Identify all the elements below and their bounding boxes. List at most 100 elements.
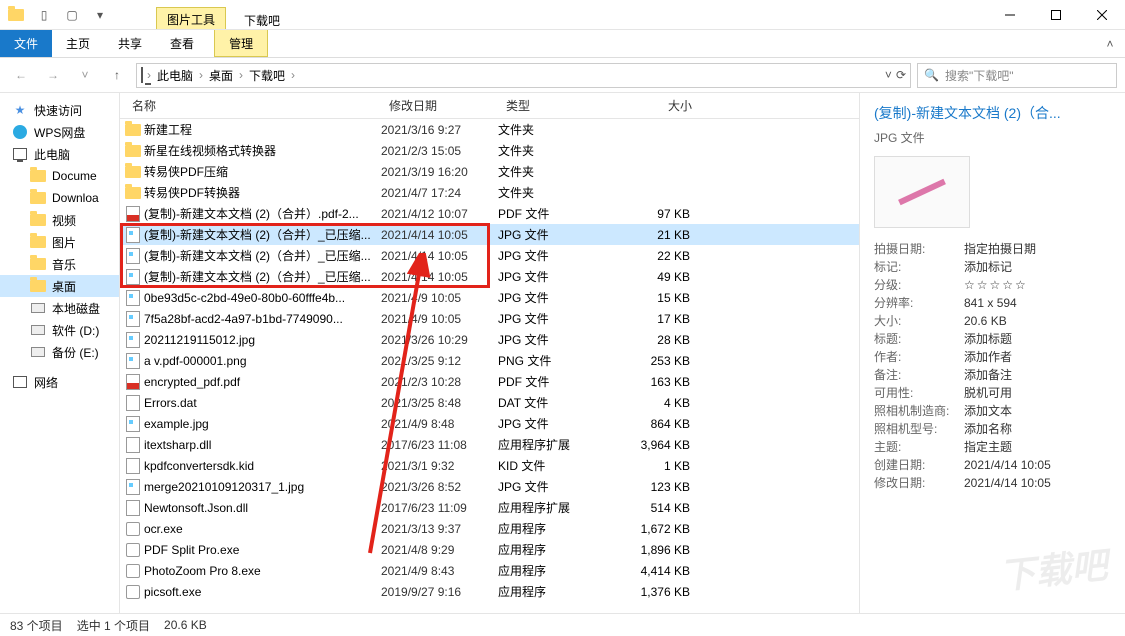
refresh-button[interactable]: ⟳ xyxy=(896,68,906,82)
image-icon xyxy=(126,332,140,348)
details-prop-value[interactable]: 2021/4/14 10:05 xyxy=(964,456,1051,474)
file-row[interactable]: itextsharp.dll2017/6/23 11:08应用程序扩展3,964… xyxy=(120,434,859,455)
nav-forward-button[interactable]: → xyxy=(40,62,66,88)
file-row[interactable]: (复制)-新建文本文档 (2)（合并）.pdf-2...2021/4/12 10… xyxy=(120,203,859,224)
nav-up-button[interactable]: ↑ xyxy=(104,62,130,88)
nav-item[interactable]: 桌面 xyxy=(0,275,119,297)
file-row[interactable]: 转易侠PDF转换器2021/4/7 17:24文件夹 xyxy=(120,182,859,203)
maximize-button[interactable] xyxy=(1033,0,1079,29)
column-header-date[interactable]: 修改日期 xyxy=(381,97,498,114)
details-prop-value[interactable]: 841 x 594 xyxy=(964,294,1017,312)
file-row[interactable]: encrypted_pdf.pdf2021/2/3 10:28PDF 文件163… xyxy=(120,371,859,392)
details-property[interactable]: 照相机型号:添加名称 xyxy=(874,420,1111,438)
nav-item[interactable]: 视频 xyxy=(0,209,119,231)
ribbon-tab-home[interactable]: 主页 xyxy=(52,30,104,57)
nav-item[interactable]: WPS网盘 xyxy=(0,121,119,143)
details-property[interactable]: 主题:指定主题 xyxy=(874,438,1111,456)
nav-item[interactable]: 音乐 xyxy=(0,253,119,275)
nav-item[interactable]: 图片 xyxy=(0,231,119,253)
details-prop-value[interactable]: 指定拍摄日期 xyxy=(964,240,1036,258)
qat-properties[interactable]: ▯ xyxy=(32,3,56,27)
file-row[interactable]: ocr.exe2021/3/13 9:37应用程序1,672 KB xyxy=(120,518,859,539)
file-type: JPG 文件 xyxy=(498,289,620,306)
details-prop-value[interactable]: 2021/4/14 10:05 xyxy=(964,474,1051,492)
details-prop-value[interactable]: 添加文本 xyxy=(964,402,1012,420)
details-prop-value[interactable]: 添加作者 xyxy=(964,348,1012,366)
details-prop-value[interactable]: 脱机可用 xyxy=(964,384,1012,402)
details-property[interactable]: 修改日期:2021/4/14 10:05 xyxy=(874,474,1111,492)
details-prop-value[interactable]: 指定主题 xyxy=(964,438,1012,456)
file-row[interactable]: (复制)-新建文本文档 (2)（合并）_已压缩...2021/4/14 10:0… xyxy=(120,224,859,245)
details-property[interactable]: 大小:20.6 KB xyxy=(874,312,1111,330)
details-property[interactable]: 分级:☆☆☆☆☆ xyxy=(874,276,1111,294)
qat-new-folder[interactable]: ▢ xyxy=(60,3,84,27)
details-prop-value[interactable]: 添加备注 xyxy=(964,366,1012,384)
minimize-button[interactable] xyxy=(987,0,1033,29)
nav-item[interactable]: Docume xyxy=(0,165,119,187)
column-header-name[interactable]: 名称 xyxy=(124,97,381,114)
close-button[interactable] xyxy=(1079,0,1125,29)
file-row[interactable]: (复制)-新建文本文档 (2)（合并）_已压缩...2021/4/14 10:0… xyxy=(120,245,859,266)
file-row[interactable]: 20211219115012.jpg2021/3/26 10:29JPG 文件2… xyxy=(120,329,859,350)
file-row[interactable]: 转易侠PDF压缩2021/3/19 16:20文件夹 xyxy=(120,161,859,182)
column-header-type[interactable]: 类型 xyxy=(498,97,620,114)
file-row[interactable]: 7f5a28bf-acd2-4a97-b1bd-7749090...2021/4… xyxy=(120,308,859,329)
file-row[interactable]: 0be93d5c-c2bd-49e0-80b0-60fffe4b...2021/… xyxy=(120,287,859,308)
details-property[interactable]: 作者:添加作者 xyxy=(874,348,1111,366)
nav-item[interactable]: 本地磁盘 xyxy=(0,297,119,319)
file-row[interactable]: Errors.dat2021/3/25 8:48DAT 文件4 KB xyxy=(120,392,859,413)
search-input[interactable]: 🔍 搜索"下载吧" xyxy=(917,63,1117,88)
details-property[interactable]: 分辨率:841 x 594 xyxy=(874,294,1111,312)
file-type: JPG 文件 xyxy=(498,415,620,432)
details-property[interactable]: 创建日期:2021/4/14 10:05 xyxy=(874,456,1111,474)
details-property[interactable]: 拍摄日期:指定拍摄日期 xyxy=(874,240,1111,258)
breadcrumb[interactable]: 桌面 xyxy=(207,67,235,84)
column-header-size[interactable]: 大小 xyxy=(620,97,700,114)
ribbon-collapse-button[interactable]: ˄ xyxy=(1095,30,1125,57)
breadcrumb[interactable]: 下载吧 xyxy=(247,67,287,84)
address-bar[interactable]: › 此电脑 › 桌面 › 下载吧 › ˅ ⟳ xyxy=(136,63,911,88)
file-row[interactable]: merge20210109120317_1.jpg2021/3/26 8:52J… xyxy=(120,476,859,497)
nav-item[interactable]: 软件 (D:) xyxy=(0,319,119,341)
details-property[interactable]: 可用性:脱机可用 xyxy=(874,384,1111,402)
qat-dropdown[interactable]: ▾ xyxy=(88,3,112,27)
details-prop-value[interactable]: 添加标记 xyxy=(964,258,1012,276)
file-list[interactable]: 新建工程2021/3/16 9:27文件夹新星在线视频格式转换器2021/2/3… xyxy=(120,119,859,613)
details-prop-value[interactable]: 添加标题 xyxy=(964,330,1012,348)
image-icon xyxy=(126,290,140,306)
navigation-pane[interactable]: ★快速访问WPS网盘此电脑DocumeDownloa视频图片音乐桌面本地磁盘软件… xyxy=(0,93,120,613)
ribbon-tab-share[interactable]: 共享 xyxy=(104,30,156,57)
ribbon-tab-file[interactable]: 文件 xyxy=(0,30,52,57)
file-row[interactable]: Newtonsoft.Json.dll2017/6/23 11:09应用程序扩展… xyxy=(120,497,859,518)
details-property[interactable]: 标记:添加标记 xyxy=(874,258,1111,276)
file-row[interactable]: PhotoZoom Pro 8.exe2021/4/9 8:43应用程序4,41… xyxy=(120,560,859,581)
file-row[interactable]: (复制)-新建文本文档 (2)（合并）_已压缩...2021/4/14 10:0… xyxy=(120,266,859,287)
details-property[interactable]: 备注:添加备注 xyxy=(874,366,1111,384)
file-row[interactable]: kpdfconvertersdk.kid2021/3/1 9:32KID 文件1… xyxy=(120,455,859,476)
details-property[interactable]: 标题:添加标题 xyxy=(874,330,1111,348)
details-prop-value[interactable]: ☆☆☆☆☆ xyxy=(964,276,1028,294)
file-row[interactable]: PDF Split Pro.exe2021/4/8 9:29应用程序1,896 … xyxy=(120,539,859,560)
nav-item[interactable]: 备份 (E:) xyxy=(0,341,119,363)
ribbon-tab-view[interactable]: 查看 xyxy=(156,30,208,57)
file-row[interactable]: 新星在线视频格式转换器2021/2/3 15:05文件夹 xyxy=(120,140,859,161)
details-prop-value[interactable]: 添加名称 xyxy=(964,420,1012,438)
file-row[interactable]: a v.pdf-000001.png2021/3/25 9:12PNG 文件25… xyxy=(120,350,859,371)
application-icon xyxy=(126,522,140,536)
nav-back-button[interactable]: ← xyxy=(8,62,34,88)
file-row[interactable]: example.jpg2021/4/9 8:48JPG 文件864 KB xyxy=(120,413,859,434)
status-selection-count: 选中 1 个项目 xyxy=(77,617,150,634)
nav-item[interactable]: ★快速访问 xyxy=(0,99,119,121)
ribbon-tab-manage[interactable]: 管理 xyxy=(214,30,268,57)
file-row[interactable]: picsoft.exe2019/9/27 9:16应用程序1,376 KB xyxy=(120,581,859,602)
file-row[interactable]: 新建工程2021/3/16 9:27文件夹 xyxy=(120,119,859,140)
details-prop-value[interactable]: 20.6 KB xyxy=(964,312,1007,330)
nav-recent-button[interactable]: ˅ xyxy=(72,62,98,88)
details-property[interactable]: 照相机制造商:添加文本 xyxy=(874,402,1111,420)
context-tab-picture-tools[interactable]: 图片工具 xyxy=(156,7,226,29)
nav-item[interactable]: 网络 xyxy=(0,371,119,393)
nav-item[interactable]: 此电脑 xyxy=(0,143,119,165)
address-dropdown-button[interactable]: ˅ xyxy=(885,68,892,82)
breadcrumb[interactable]: 此电脑 xyxy=(155,67,195,84)
nav-item[interactable]: Downloa xyxy=(0,187,119,209)
